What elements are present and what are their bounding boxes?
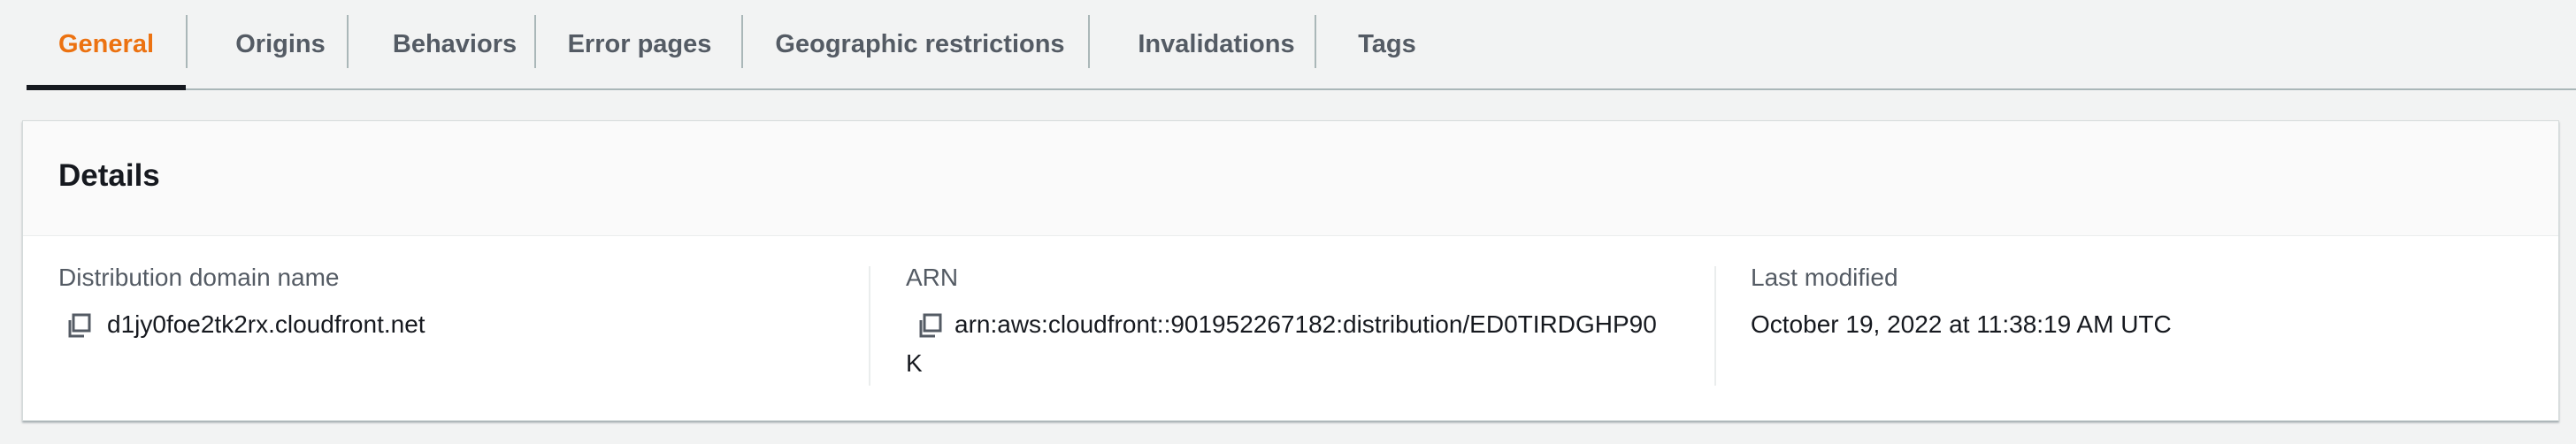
details-card: Details Distribution domain name d1jy0fo… <box>22 120 2559 421</box>
arn-value-row: arn:aws:cloudfront::901952267182:distrib… <box>906 305 1720 383</box>
arn-field: ARN arn:aws:cloudfront::901952267182:dis… <box>906 265 1720 383</box>
tab-error-pages[interactable]: Error pages <box>536 0 743 88</box>
details-card-header: Details <box>23 121 2558 236</box>
tab-behaviors[interactable]: Behaviors <box>349 0 561 88</box>
copy-icon[interactable] <box>916 312 943 339</box>
last-modified-field: Last modified October 19, 2022 at 11:38:… <box>1751 265 2529 344</box>
column-divider <box>869 266 870 386</box>
tab-origins[interactable]: Origins <box>188 0 373 88</box>
arn-label: ARN <box>906 264 959 291</box>
tab-geographic-restrictions[interactable]: Geographic restrictions <box>743 0 1097 88</box>
domain-name-value: d1jy0foe2tk2rx.cloudfront.net <box>107 310 426 338</box>
tab-invalidations[interactable]: Invalidations <box>1090 0 1343 88</box>
details-title: Details <box>58 158 160 193</box>
domain-name-label: Distribution domain name <box>58 264 340 291</box>
last-modified-value-row: October 19, 2022 at 11:38:19 AM UTC <box>1751 305 2529 344</box>
domain-name-field: Distribution domain name d1jy0foe2tk2rx.… <box>58 265 855 344</box>
copy-icon[interactable] <box>65 312 92 339</box>
tab-bar: General Origins Behaviors Error pages Ge… <box>27 0 2576 90</box>
column-divider <box>1714 266 1716 386</box>
tab-tags[interactable]: Tags <box>1316 0 1458 88</box>
arn-value: arn:aws:cloudfront::901952267182:distrib… <box>954 310 1657 338</box>
arn-value-continuation: K <box>906 349 923 377</box>
last-modified-value: October 19, 2022 at 11:38:19 AM UTC <box>1751 310 2172 338</box>
cloudfront-distribution-page: General Origins Behaviors Error pages Ge… <box>0 0 2576 444</box>
tab-general[interactable]: General <box>27 0 186 90</box>
domain-name-value-row: d1jy0foe2tk2rx.cloudfront.net <box>58 305 855 344</box>
last-modified-label: Last modified <box>1751 264 1898 291</box>
